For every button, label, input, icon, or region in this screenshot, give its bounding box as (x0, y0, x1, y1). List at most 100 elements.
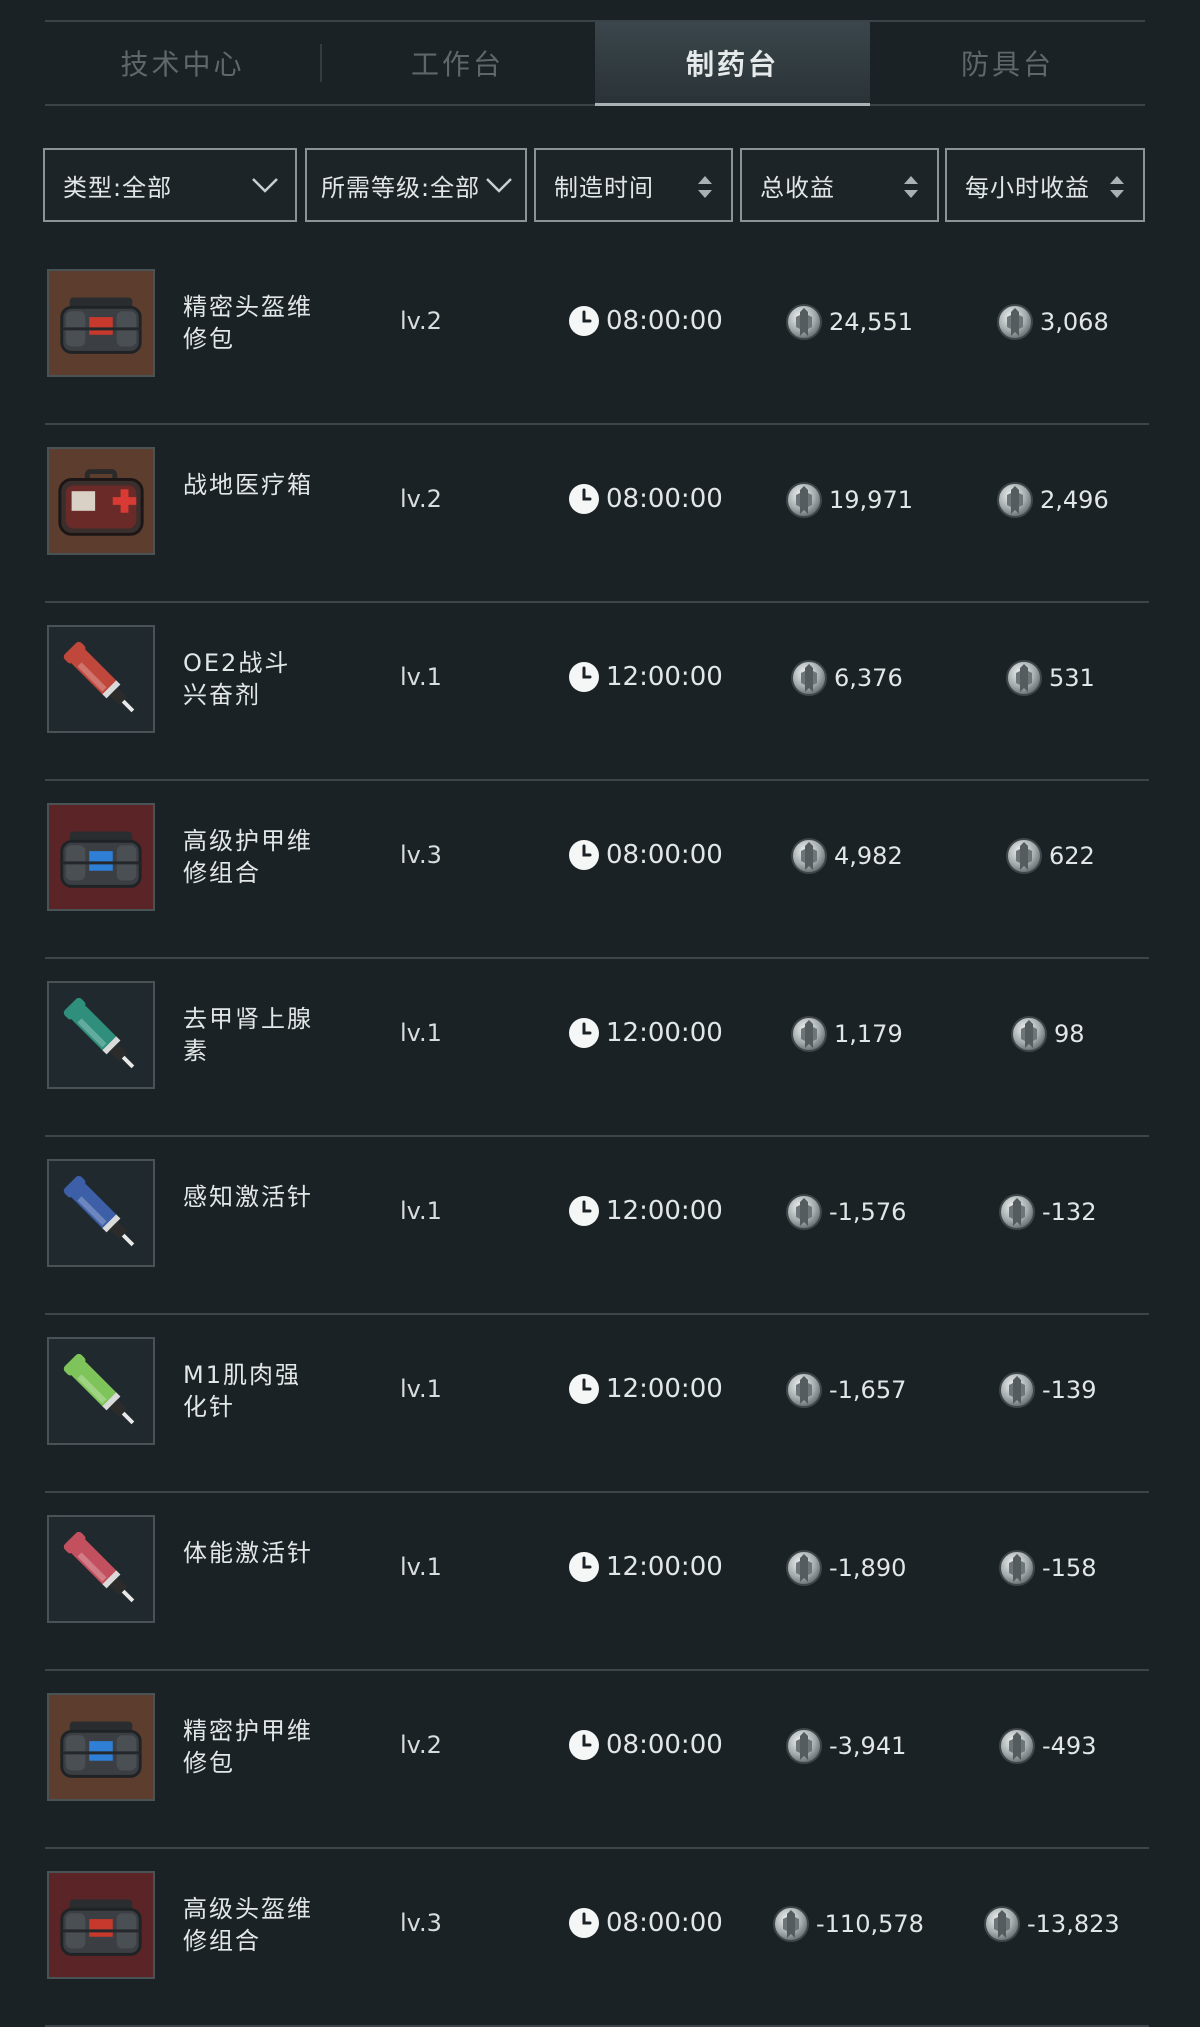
coin-icon (790, 1015, 828, 1053)
total-profit: 19,971 (785, 481, 913, 519)
armor-repair-kit-icon (52, 808, 150, 906)
list-item[interactable]: 体能激活针 lv.1 12:00:00 -1,890 -158 (45, 1491, 1149, 1671)
craft-time-sort[interactable]: 制造时间 (534, 148, 733, 222)
list-item[interactable]: M1肌肉强化针 lv.1 12:00:00 -1,657 -139 (45, 1313, 1149, 1493)
coin-icon (785, 1371, 823, 1409)
clock-icon (568, 1907, 600, 1939)
total-profit-value: -1,657 (829, 1376, 907, 1404)
hourly-profit-value: -132 (1042, 1198, 1097, 1226)
total-profit: -1,657 (785, 1371, 906, 1409)
item-level: lv.1 (400, 663, 442, 691)
hourly-profit-value: -13,823 (1027, 1910, 1120, 1938)
total-profit: 1,179 (790, 1015, 903, 1053)
list-item[interactable]: 去甲肾上腺素 lv.1 12:00:00 1,179 98 (45, 957, 1149, 1137)
total-profit-value: -1,576 (829, 1198, 907, 1226)
hourly-profit-value: 622 (1049, 842, 1095, 870)
coin-icon (1005, 659, 1043, 697)
sort-arrows-icon (698, 176, 712, 198)
item-name: 去甲肾上腺素 (183, 1005, 313, 1065)
craft-time: 08:00:00 (568, 1907, 723, 1939)
craft-time-value: 08:00:00 (606, 484, 723, 514)
item-thumbnail (47, 1871, 155, 1979)
coin-icon (790, 659, 828, 697)
tab-armor-bench[interactable]: 防具台 (870, 22, 1145, 104)
hourly-profit: -139 (998, 1371, 1096, 1409)
item-name: 感知激活针 (183, 1183, 313, 1211)
coin-icon (983, 1905, 1021, 1943)
chevron-down-icon (486, 178, 512, 193)
clock-icon (568, 1729, 600, 1761)
hourly-profit-value: 98 (1054, 1020, 1085, 1048)
coin-icon (785, 1727, 823, 1765)
item-thumbnail (47, 1693, 155, 1801)
total-profit-value: -1,890 (829, 1554, 907, 1582)
tab-workbench[interactable]: 工作台 (320, 22, 595, 104)
hourly-profit: -132 (998, 1193, 1096, 1231)
craft-time: 08:00:00 (568, 305, 723, 337)
total-profit-value: 6,376 (834, 664, 903, 692)
total-profit: -1,890 (785, 1549, 906, 1587)
item-level: lv.1 (400, 1019, 442, 1047)
repair-bag-icon (52, 274, 150, 372)
syringe-teal-icon (52, 986, 150, 1084)
hourly-profit-value: -158 (1042, 1554, 1097, 1582)
craft-time-value: 08:00:00 (606, 1730, 723, 1760)
hourly-profit-sort[interactable]: 每小时收益 (945, 148, 1145, 222)
clock-icon (568, 1551, 600, 1583)
hourly-profit: 531 (1005, 659, 1095, 697)
list-item[interactable]: 高级头盔维修组合 lv.3 08:00:00 -110,578 -13,823 (45, 1847, 1149, 2027)
tab-pharmacy[interactable]: 制药台 (595, 22, 870, 106)
hourly-profit: 3,068 (996, 303, 1109, 341)
list-item[interactable]: 高级护甲维修组合 lv.3 08:00:00 4,982 622 (45, 779, 1149, 959)
item-thumbnail (47, 269, 155, 377)
total-profit-sort[interactable]: 总收益 (740, 148, 939, 222)
hourly-profit: 2,496 (996, 481, 1109, 519)
coin-icon (1005, 837, 1043, 875)
item-name: 精密护甲维修包 (183, 1717, 313, 1777)
craft-time-value: 12:00:00 (606, 1018, 723, 1048)
craft-time: 12:00:00 (568, 661, 723, 693)
clock-icon (568, 305, 600, 337)
total-profit: -110,578 (772, 1905, 924, 1943)
craft-time-value: 08:00:00 (606, 1908, 723, 1938)
clock-icon (568, 1373, 600, 1405)
item-name: OE2战斗兴奋剂 (183, 649, 291, 709)
item-thumbnail (47, 1515, 155, 1623)
list-item[interactable]: OE2战斗兴奋剂 lv.1 12:00:00 6,376 531 (45, 601, 1149, 781)
syringe-green-icon (52, 1342, 150, 1440)
hourly-profit-value: -493 (1042, 1732, 1097, 1760)
craft-time-value: 12:00:00 (606, 1374, 723, 1404)
total-profit-value: -3,941 (829, 1732, 907, 1760)
list-item[interactable]: 精密头盔维修包 lv.2 08:00:00 24,551 3,068 (45, 245, 1149, 425)
coin-icon (998, 1193, 1036, 1231)
list-item[interactable]: 精密护甲维修包 lv.2 08:00:00 -3,941 -493 (45, 1669, 1149, 1849)
coin-icon (996, 303, 1034, 341)
coin-icon (790, 837, 828, 875)
total-profit: -3,941 (785, 1727, 906, 1765)
syringe-orange-icon (52, 630, 150, 728)
tab-tech-center[interactable]: 技术中心 (45, 22, 320, 104)
craft-time: 12:00:00 (568, 1551, 723, 1583)
hourly-profit-value: 3,068 (1040, 308, 1109, 336)
clock-icon (568, 839, 600, 871)
item-level: lv.2 (400, 485, 442, 513)
level-filter-dropdown[interactable]: 所需等级:全部 (305, 148, 527, 222)
total-profit: -1,576 (785, 1193, 906, 1231)
total-profit: 4,982 (790, 837, 903, 875)
item-thumbnail (47, 625, 155, 733)
item-level: lv.2 (400, 307, 442, 335)
item-thumbnail (47, 1337, 155, 1445)
list-item[interactable]: 战地医疗箱 lv.2 08:00:00 19,971 2,496 (45, 423, 1149, 603)
item-level: lv.3 (400, 1909, 442, 1937)
item-name: 战地医疗箱 (183, 471, 313, 499)
type-filter-dropdown[interactable]: 类型:全部 (43, 148, 297, 222)
hourly-profit-value: 531 (1049, 664, 1095, 692)
list-item[interactable]: 感知激活针 lv.1 12:00:00 -1,576 -132 (45, 1135, 1149, 1315)
hourly-profit: 98 (1010, 1015, 1085, 1053)
craft-time-sort-label: 制造时间 (554, 173, 654, 202)
item-name: 高级头盔维修组合 (183, 1895, 313, 1955)
item-thumbnail (47, 803, 155, 911)
item-thumbnail (47, 981, 155, 1089)
coin-icon (785, 1549, 823, 1587)
total-profit-value: -110,578 (816, 1910, 924, 1938)
